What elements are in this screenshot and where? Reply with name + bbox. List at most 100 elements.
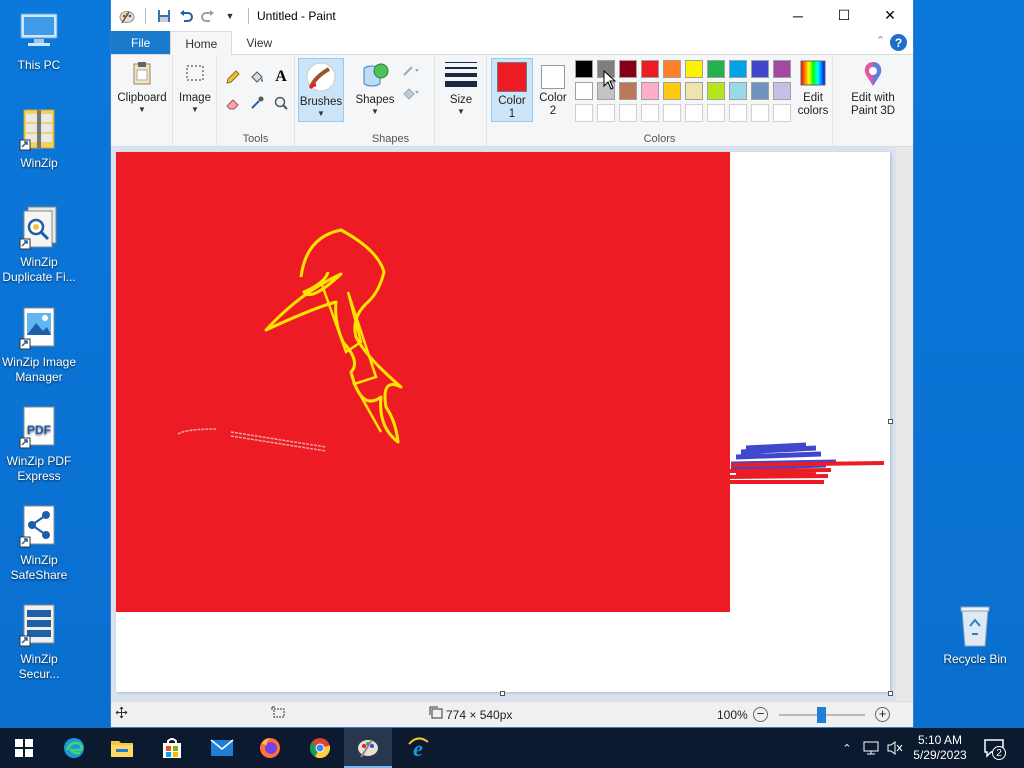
clipboard-button[interactable]: Clipboard ▼ xyxy=(115,59,169,114)
custom-color-slot[interactable] xyxy=(729,104,747,122)
desktop-icon-recycle-bin[interactable]: Recycle Bin xyxy=(936,602,1014,667)
paint-icon xyxy=(358,739,378,758)
custom-color-slot[interactable] xyxy=(641,104,659,122)
edge-taskbar-button[interactable] xyxy=(50,728,98,768)
color1-button[interactable]: Color 1 xyxy=(491,58,533,122)
ie-taskbar-button[interactable]: e xyxy=(394,728,442,768)
start-button[interactable] xyxy=(0,728,48,768)
shape-fill-icon[interactable] xyxy=(401,83,421,103)
color-picker-icon[interactable] xyxy=(247,93,267,113)
internet-explorer-icon: e xyxy=(408,736,429,760)
palette-color-swatch[interactable] xyxy=(575,82,593,100)
volume-muted-icon[interactable] xyxy=(884,728,906,768)
palette-color-swatch[interactable] xyxy=(663,60,681,78)
paint-app-icon[interactable] xyxy=(119,8,135,24)
chrome-taskbar-button[interactable] xyxy=(296,728,344,768)
mouse-cursor-icon xyxy=(603,70,617,90)
palette-color-swatch[interactable] xyxy=(751,82,769,100)
ribbon-tabs: File Home View ⌃ ? xyxy=(111,31,913,55)
network-icon[interactable] xyxy=(860,728,882,768)
clock[interactable]: 5:10 AM 5/29/2023 xyxy=(908,728,972,768)
custom-color-slot[interactable] xyxy=(773,104,791,122)
notifications-button[interactable]: 2 xyxy=(976,728,1012,768)
desktop-icon-winzip-safeshare[interactable]: WinZip SafeShare xyxy=(0,503,78,583)
palette-color-swatch[interactable] xyxy=(575,60,593,78)
palette-color-swatch[interactable] xyxy=(707,82,725,100)
fill-icon[interactable] xyxy=(247,67,267,87)
paint-taskbar-button[interactable] xyxy=(344,728,392,768)
palette-color-swatch[interactable] xyxy=(663,82,681,100)
separator xyxy=(248,7,249,24)
custom-color-slot[interactable] xyxy=(597,104,615,122)
desktop-icon-winzip-image-manager[interactable]: WinZip Image Manager xyxy=(0,305,78,385)
tab-home[interactable]: Home xyxy=(170,31,233,55)
vertical-scrollbar[interactable] xyxy=(896,147,913,702)
edit-with-paint3d-button[interactable]: Edit with Paint 3D xyxy=(841,59,905,118)
eraser-icon[interactable] xyxy=(223,93,243,113)
palette-color-swatch[interactable] xyxy=(729,60,747,78)
chrome-icon xyxy=(309,738,331,759)
palette-color-swatch[interactable] xyxy=(619,60,637,78)
save-icon[interactable] xyxy=(156,8,172,24)
brushes-button[interactable]: Brushes ▼ xyxy=(298,58,344,122)
shapes-button[interactable]: Shapes ▼ xyxy=(351,59,399,116)
drawing-canvas[interactable] xyxy=(116,152,893,696)
palette-color-swatch[interactable] xyxy=(641,82,659,100)
chevron-down-icon: ▼ xyxy=(138,105,146,114)
palette-color-swatch[interactable] xyxy=(773,60,791,78)
magnifier-icon[interactable] xyxy=(271,93,291,113)
taskbar: e ⌃ 5:10 AM 5/29/2023 2 xyxy=(0,728,1024,768)
zoom-out-button[interactable]: − xyxy=(753,707,768,722)
palette-color-swatch[interactable] xyxy=(773,82,791,100)
collapse-ribbon-icon[interactable]: ⌃ xyxy=(876,34,885,47)
desktop-icon-winzip-duplicate[interactable]: WinZip Duplicate Fi... xyxy=(0,205,78,285)
file-explorer-taskbar-button[interactable] xyxy=(98,728,146,768)
text-icon[interactable]: A xyxy=(271,67,291,87)
palette-color-swatch[interactable] xyxy=(751,60,769,78)
palette-color-swatch[interactable] xyxy=(707,60,725,78)
outline-icon[interactable] xyxy=(401,61,421,81)
size-button[interactable]: Size ▼ xyxy=(439,59,483,116)
help-button[interactable]: ? xyxy=(890,34,907,51)
resize-handle-right[interactable] xyxy=(888,419,893,424)
minimize-button[interactable]: ─ xyxy=(775,0,821,31)
desktop-icon-winzip[interactable]: WinZip xyxy=(0,106,78,171)
zoom-slider-thumb[interactable] xyxy=(817,707,826,723)
custom-color-slot[interactable] xyxy=(619,104,637,122)
customize-toolbar-icon[interactable]: ▼ xyxy=(222,8,238,24)
desktop-icon-this-pc[interactable]: This PC xyxy=(0,8,78,73)
title-bar[interactable]: ▼ Untitled - Paint ─ ☐ ✕ xyxy=(111,0,913,31)
store-taskbar-button[interactable] xyxy=(148,728,196,768)
palette-color-swatch[interactable] xyxy=(685,82,703,100)
image-button[interactable]: Image ▼ xyxy=(175,59,215,114)
edit-colors-button[interactable]: Edit colors xyxy=(793,59,833,118)
tab-file[interactable]: File xyxy=(111,31,171,54)
redo-icon[interactable] xyxy=(200,8,216,24)
mail-taskbar-button[interactable] xyxy=(198,728,246,768)
maximize-button[interactable]: ☐ xyxy=(821,0,867,31)
custom-color-slot[interactable] xyxy=(663,104,681,122)
tab-view[interactable]: View xyxy=(232,31,286,54)
canvas-workspace[interactable] xyxy=(111,147,913,702)
clipboard-label: Clipboard xyxy=(117,92,167,104)
palette-color-swatch[interactable] xyxy=(641,60,659,78)
custom-color-slot[interactable] xyxy=(751,104,769,122)
zoom-slider-track[interactable] xyxy=(779,707,865,723)
undo-icon[interactable] xyxy=(178,8,194,24)
close-button[interactable]: ✕ xyxy=(867,0,913,31)
palette-color-swatch[interactable] xyxy=(619,82,637,100)
color2-button[interactable]: Color 2 xyxy=(535,61,571,118)
custom-color-slot[interactable] xyxy=(575,104,593,122)
show-hidden-icons-chevron[interactable]: ⌃ xyxy=(838,728,856,768)
resize-handle-corner[interactable] xyxy=(888,691,893,696)
palette-color-swatch[interactable] xyxy=(685,60,703,78)
custom-color-slot[interactable] xyxy=(685,104,703,122)
pencil-icon[interactable] xyxy=(223,67,243,87)
desktop-icon-winzip-pdf-express[interactable]: PDF WinZip PDF Express xyxy=(0,404,78,484)
custom-color-slot[interactable] xyxy=(707,104,725,122)
zoom-in-button[interactable]: + xyxy=(875,707,890,722)
palette-color-swatch[interactable] xyxy=(729,82,747,100)
firefox-taskbar-button[interactable] xyxy=(246,728,294,768)
desktop-icon-winzip-secure[interactable]: WinZip Secur... xyxy=(0,602,78,682)
resize-handle-bottom[interactable] xyxy=(500,691,505,696)
